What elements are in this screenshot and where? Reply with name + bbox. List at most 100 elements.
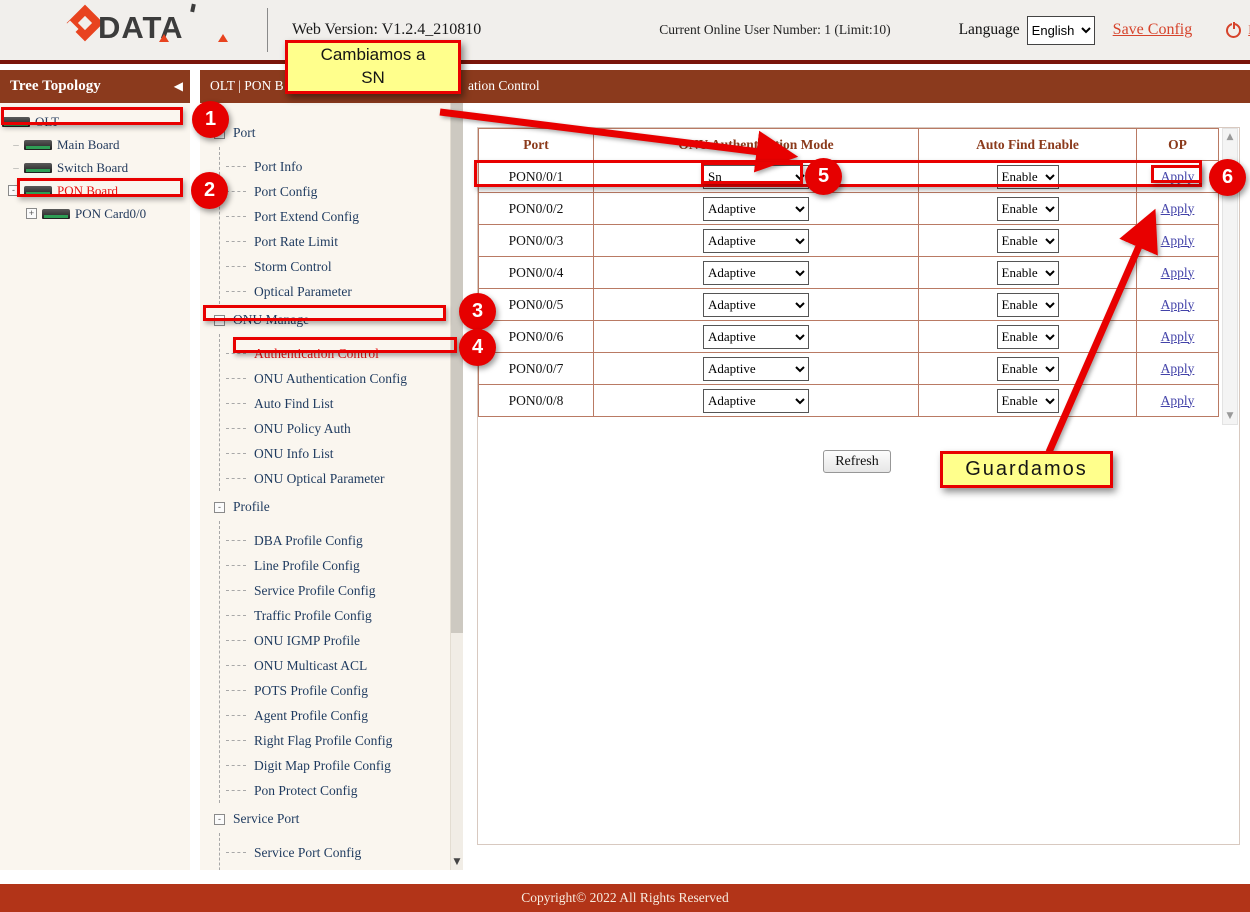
menu-item-pots-profile-config[interactable]: POTS Profile Config [226, 678, 463, 703]
port-cell: PON0/0/5 [479, 289, 594, 321]
menu-item-label: Port Config [254, 184, 317, 200]
scroll-down-icon[interactable]: ▼ [1223, 411, 1237, 421]
tree-topology-title: Tree Topology [10, 78, 101, 95]
menu-item-onu-multicast-acl[interactable]: ONU Multicast ACL [226, 653, 463, 678]
apply-link[interactable]: Apply [1161, 361, 1195, 376]
auto-find-enable-select[interactable]: Enable [997, 229, 1059, 253]
save-config-link[interactable]: Save Config [1113, 21, 1193, 39]
tree-branch-icon [226, 765, 246, 766]
menu-item-dba-profile-config[interactable]: DBA Profile Config [226, 528, 463, 553]
apply-link[interactable]: Apply [1161, 297, 1195, 312]
expand-box-icon[interactable]: + [26, 208, 37, 219]
menu-item-authentication-control[interactable]: Authentication Control [226, 341, 463, 366]
tree-branch-icon [226, 690, 246, 691]
onu-auth-mode-select[interactable]: Adaptive [703, 389, 809, 413]
collapse-box-icon[interactable]: - [214, 128, 225, 139]
tree-item-olt[interactable]: OLT [0, 110, 190, 133]
auto-find-enable-select[interactable]: Enable [997, 357, 1059, 381]
onu-auth-mode-select[interactable]: Adaptive [703, 325, 809, 349]
menu-item-port-config[interactable]: Port Config [226, 179, 463, 204]
tree-item-switch-board[interactable]: –Switch Board [0, 156, 190, 179]
menu-group-profile[interactable]: -Profile [214, 496, 463, 518]
menu-item-digit-map-profile-config[interactable]: Digit Map Profile Config [226, 753, 463, 778]
menu-item-label: Agent Profile Config [254, 708, 368, 724]
auto-find-enable-select[interactable]: Enable [997, 293, 1059, 317]
refresh-button[interactable]: Refresh [823, 450, 891, 473]
onu-auth-mode-select[interactable]: Adaptive [703, 229, 809, 253]
tree-branch-icon [226, 590, 246, 591]
menu-group-port[interactable]: -Port [214, 122, 463, 144]
tree-branch-icon [226, 403, 246, 404]
table-row-pon0-0-3: PON0/0/3AdaptiveEnableApply [479, 225, 1219, 257]
menu-item-service-port-config[interactable]: Service Port Config [226, 840, 463, 865]
cdata-logo: DATA [58, 2, 243, 58]
tree-branch-icon: – [8, 139, 24, 151]
auto-find-enable-select[interactable]: Enable [997, 197, 1059, 221]
menu-item-onu-policy-auth[interactable]: ONU Policy Auth [226, 416, 463, 441]
apply-link[interactable]: Apply [1161, 201, 1195, 216]
column-header-onu-authentication-mode: ONU Authentication Mode [594, 129, 919, 161]
menu-item-onu-igmp-profile[interactable]: ONU IGMP Profile [226, 628, 463, 653]
menu-item-label: Optical Parameter [254, 284, 352, 300]
menu-group-onu-manage[interactable]: -ONU Manage [214, 309, 463, 331]
collapse-box-icon[interactable]: - [214, 502, 225, 513]
menu-scrollbar[interactable]: ▼ [450, 103, 463, 870]
menu-item-onu-info-list[interactable]: ONU Info List [226, 441, 463, 466]
menu-item-service-profile-config[interactable]: Service Profile Config [226, 578, 463, 603]
apply-link[interactable]: Apply [1161, 393, 1195, 408]
scroll-up-icon[interactable]: ▲ [1223, 132, 1237, 142]
menu-item-port-info[interactable]: Port Info [226, 154, 463, 179]
footer: Copyright© 2022 All Rights Reserved [0, 884, 1250, 912]
auto-find-enable-select[interactable]: Enable [997, 261, 1059, 285]
menu-group-label: ONU Manage [233, 312, 309, 328]
collapse-sidebar-icon[interactable]: ◀ [174, 79, 183, 93]
auto-find-enable-select[interactable]: Enable [997, 389, 1059, 413]
column-header-port: Port [479, 129, 594, 161]
apply-link[interactable]: Apply [1161, 265, 1195, 280]
port-cell: PON0/0/7 [479, 353, 594, 385]
apply-link[interactable]: Apply [1161, 233, 1195, 248]
onu-auth-mode-select[interactable]: Adaptive [703, 357, 809, 381]
menu-item-agent-profile-config[interactable]: Agent Profile Config [226, 703, 463, 728]
apply-link[interactable]: Apply [1161, 329, 1195, 344]
menu-item-onu-authentication-config[interactable]: ONU Authentication Config [226, 366, 463, 391]
menu-item-optical-parameter[interactable]: Optical Parameter [226, 279, 463, 304]
tree-item-pon-board[interactable]: -PON Board [0, 179, 190, 202]
menu-item-service-port-cur-perf[interactable]: Service Port Cur Perf [226, 865, 463, 870]
menu-item-label: ONU Info List [254, 446, 334, 462]
table-scrollbar[interactable]: ▲ ▼ [1222, 128, 1238, 425]
collapse-box-icon[interactable]: - [214, 315, 225, 326]
menu-children: Authentication ControlONU Authentication… [219, 334, 463, 491]
collapse-box-icon[interactable]: - [8, 185, 19, 196]
onu-auth-mode-select[interactable]: Adaptive [703, 261, 809, 285]
tree-branch-icon [226, 353, 246, 354]
language-select[interactable]: English [1027, 16, 1095, 45]
menu-scrollbar-thumb[interactable] [451, 103, 463, 633]
auto-find-enable-select[interactable]: Enable [997, 165, 1059, 189]
onu-auth-mode-select[interactable]: Adaptive [703, 197, 809, 221]
tree-item-pon-card0-0[interactable]: +PON Card0/0 [0, 202, 190, 225]
menu-item-auto-find-list[interactable]: Auto Find List [226, 391, 463, 416]
menu-item-label: Digit Map Profile Config [254, 758, 391, 774]
tree-branch-icon [226, 428, 246, 429]
apply-link[interactable]: Apply [1161, 169, 1195, 184]
menu-group-service-port[interactable]: -Service Port [214, 808, 463, 830]
menu-item-pon-protect-config[interactable]: Pon Protect Config [226, 778, 463, 803]
logo-accent-icon [159, 34, 169, 42]
tree-branch-icon [226, 715, 246, 716]
online-users-label: Current Online User Number: 1 (Limit:10) [659, 22, 890, 38]
menu-item-port-rate-limit[interactable]: Port Rate Limit [226, 229, 463, 254]
menu-item-storm-control[interactable]: Storm Control [226, 254, 463, 279]
port-cell: PON0/0/2 [479, 193, 594, 225]
menu-item-line-profile-config[interactable]: Line Profile Config [226, 553, 463, 578]
menu-item-port-extend-config[interactable]: Port Extend Config [226, 204, 463, 229]
collapse-box-icon[interactable]: - [214, 814, 225, 825]
onu-auth-mode-select[interactable]: Adaptive [703, 293, 809, 317]
menu-item-onu-optical-parameter[interactable]: ONU Optical Parameter [226, 466, 463, 491]
menu-item-right-flag-profile-config[interactable]: Right Flag Profile Config [226, 728, 463, 753]
menu-item-traffic-profile-config[interactable]: Traffic Profile Config [226, 603, 463, 628]
auto-find-enable-select[interactable]: Enable [997, 325, 1059, 349]
scroll-down-icon[interactable]: ▼ [451, 857, 463, 867]
onu-auth-mode-select[interactable]: Sn [703, 165, 809, 189]
tree-item-main-board[interactable]: –Main Board [0, 133, 190, 156]
